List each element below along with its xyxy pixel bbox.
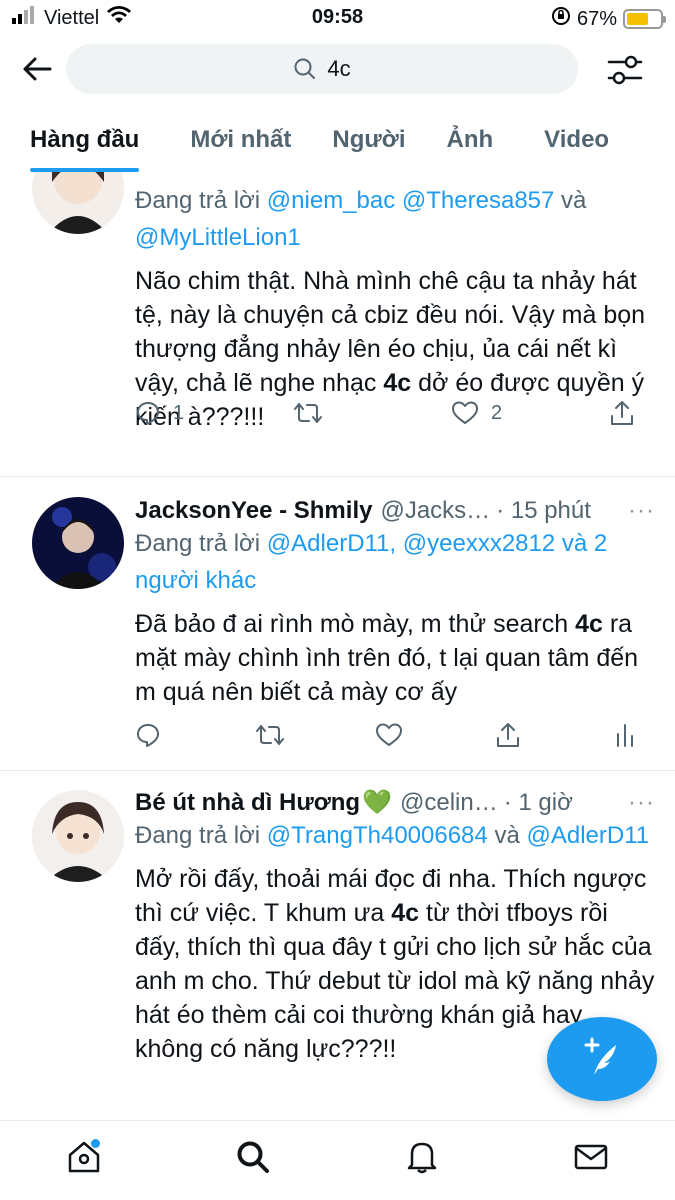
- search-results-feed: Đang trả lời @niem_bac @Theresa857 và @M…: [0, 172, 675, 1120]
- battery-percent: 67%: [576, 7, 617, 30]
- mention-link[interactable]: @Theresa857: [402, 187, 554, 214]
- search-icon: [294, 58, 316, 79]
- tweet-header: Bé út nhà dì Hương 💚 @celin… · 1 giờ ···: [135, 788, 655, 817]
- mention-link[interactable]: @TrangTh40006684: [267, 822, 488, 849]
- mail-icon: [574, 1144, 607, 1169]
- feather-plus-icon: [584, 1037, 616, 1075]
- heart-icon: [376, 723, 402, 746]
- tab-latest[interactable]: Mới nhất: [190, 112, 291, 172]
- share-button[interactable]: [495, 721, 605, 749]
- search-icon: [237, 1141, 270, 1173]
- avatar[interactable]: [32, 497, 124, 589]
- share-icon: [497, 723, 519, 747]
- tweet[interactable]: JacksonYee - Shmily @Jacks… · 15 phút ··…: [0, 477, 675, 771]
- new-content-dot: [91, 1138, 101, 1148]
- search-input[interactable]: 4c: [66, 44, 578, 94]
- bell-icon: [407, 1142, 437, 1173]
- nav-notifications[interactable]: [392, 1127, 452, 1187]
- search-tabs: Hàng đầu Mới nhất Người Ảnh Video: [0, 112, 675, 172]
- nav-home[interactable]: [54, 1127, 114, 1187]
- reply-context: Đang trả lời @AdlerD11, @yeexxx2812 và 2…: [135, 530, 608, 594]
- orientation-lock-icon: [551, 6, 571, 32]
- more-options-icon[interactable]: ···: [628, 789, 655, 817]
- analytics-button[interactable]: [615, 722, 635, 748]
- heart-icon: [452, 401, 478, 424]
- mention-link[interactable]: @AdlerD11: [526, 822, 649, 849]
- tab-videos[interactable]: Video: [544, 112, 609, 172]
- nav-explore[interactable]: [223, 1127, 283, 1187]
- share-button[interactable]: [609, 399, 635, 427]
- bottom-navigation: [0, 1120, 675, 1200]
- reply-button[interactable]: 1: [135, 400, 245, 426]
- timestamp[interactable]: · 1 giờ: [504, 789, 573, 817]
- reply-icon: [137, 402, 159, 425]
- nav-messages[interactable]: [561, 1127, 621, 1187]
- timestamp[interactable]: · 15 phút: [496, 497, 591, 525]
- tweet-header: JacksonYee - Shmily @Jacks… · 15 phút ··…: [135, 497, 655, 525]
- retweet-button[interactable]: [293, 400, 403, 426]
- search-query: 4c: [327, 56, 351, 81]
- retweet-button[interactable]: [255, 722, 365, 748]
- reply-count: 1: [173, 401, 185, 424]
- mention-link[interactable]: @MyLittleLion1: [135, 224, 301, 251]
- retweet-icon: [256, 725, 284, 745]
- compose-tweet-button[interactable]: [547, 1017, 657, 1101]
- analytics-icon: [617, 724, 633, 747]
- display-name[interactable]: Bé út nhà dì Hương: [135, 789, 360, 817]
- reply-button[interactable]: [135, 722, 245, 748]
- sliders-icon: [607, 55, 643, 85]
- tab-top[interactable]: Hàng đầu: [30, 112, 140, 172]
- green-heart-emoji: 💚: [362, 789, 392, 816]
- avatar[interactable]: [32, 172, 124, 234]
- tweet-text: Đã bảo đ ai rình mò mày, m thử search 4c…: [135, 610, 639, 706]
- tab-photos[interactable]: Ảnh: [447, 112, 494, 172]
- share-icon: [611, 401, 633, 425]
- tweet[interactable]: Đang trả lời @niem_bac @Theresa857 và @M…: [0, 172, 675, 477]
- status-bar: Viettel 09:58 67%: [0, 0, 675, 36]
- tab-people[interactable]: Người: [332, 112, 405, 172]
- search-header: 4c: [0, 40, 675, 98]
- retweet-icon: [294, 403, 322, 423]
- display-name[interactable]: JacksonYee - Shmily: [135, 497, 372, 525]
- tweet-actions: 1 2: [135, 393, 635, 433]
- arrow-left-icon: [23, 57, 52, 81]
- mention-link[interactable]: @niem_bac: [267, 187, 395, 214]
- search-settings-button[interactable]: [605, 50, 645, 90]
- username[interactable]: @celin…: [400, 789, 498, 817]
- reply-context: Đang trả lời @niem_bac @Theresa857 và @M…: [135, 187, 587, 251]
- like-count: 2: [491, 401, 503, 424]
- avatar[interactable]: [32, 790, 124, 882]
- battery-icon: [623, 9, 666, 29]
- tweet-actions: [135, 715, 635, 755]
- like-button[interactable]: [375, 722, 485, 748]
- username[interactable]: @Jacks…: [380, 497, 490, 525]
- like-button[interactable]: 2: [451, 400, 561, 426]
- reply-context: Đang trả lời @TrangTh40006684 và @AdlerD…: [135, 822, 650, 849]
- more-options-icon[interactable]: ···: [628, 497, 655, 525]
- back-button[interactable]: [20, 52, 60, 88]
- reply-icon: [137, 724, 159, 747]
